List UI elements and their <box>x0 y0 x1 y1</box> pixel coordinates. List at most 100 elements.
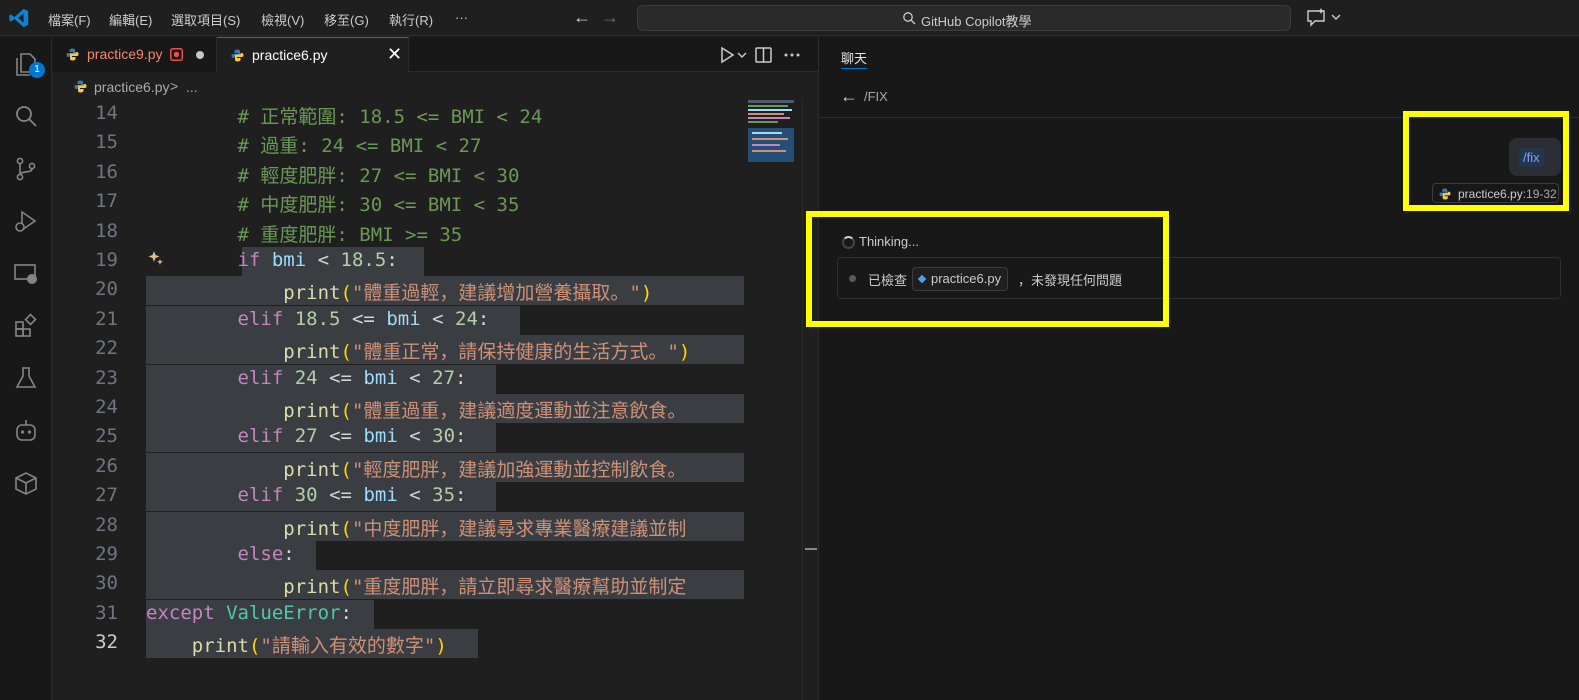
code-line[interactable]: 17 # 中度肥胖: 30 <= BMI < 35 <box>52 188 818 217</box>
command-center-label: GitHub Copilot教學 <box>921 14 1032 29</box>
close-tab-icon[interactable]: ✕ <box>387 44 402 65</box>
menu-go[interactable]: 移至(G) <box>324 10 369 29</box>
line-number: 16 <box>95 160 118 183</box>
code-text: print("體重正常，請保持健康的生活方式。") <box>283 341 691 364</box>
tab-label: practice6.py <box>252 47 328 63</box>
chat-tab[interactable]: 聊天 <box>841 48 867 67</box>
tab-label: practice9.py <box>87 46 163 62</box>
code-line[interactable]: 31 except ValueError: <box>52 599 818 629</box>
more-actions-icon[interactable] <box>784 53 800 57</box>
breadcrumb-separator: > <box>170 78 179 94</box>
line-number: 18 <box>95 219 118 242</box>
scroll-marker <box>805 548 817 550</box>
forward-arrow-icon[interactable]: → <box>601 7 619 28</box>
command-center-search[interactable]: GitHub Copilot教學 <box>637 5 1291 31</box>
line-number: 24 <box>95 396 118 418</box>
code-text: if bmi < 18.5: <box>237 249 398 271</box>
code-text: except ValueError: <box>146 601 352 624</box>
line-number: 21 <box>95 307 118 330</box>
search-icon <box>903 12 916 25</box>
search-icon[interactable] <box>13 103 39 129</box>
code-line[interactable]: 25 elif 27 <= bmi < 30: <box>52 423 818 453</box>
code-line[interactable]: 29 else: <box>52 541 818 570</box>
line-number: 20 <box>95 278 118 301</box>
highlight-box-thinking <box>806 211 1169 327</box>
code-line[interactable]: 21 elif 18.5 <= bmi < 24: <box>52 305 818 335</box>
code-text: print("中度肥胖，建議尋求專業醫療建議並制 <box>283 517 687 540</box>
record-error-icon <box>170 48 183 61</box>
source-control-icon[interactable] <box>13 156 39 182</box>
menu-more[interactable]: ··· <box>455 10 468 25</box>
containers-icon[interactable] <box>13 470 39 496</box>
code-text: # 過重: 24 <= BMI < 27 <box>237 135 482 158</box>
code-line[interactable]: 18 # 重度肥胖: BMI >= 35 <box>52 218 818 247</box>
back-arrow-icon[interactable]: ← <box>840 86 858 107</box>
line-number: 23 <box>95 366 118 389</box>
vscode-logo-icon <box>9 8 29 28</box>
title-bar: 檔案(F) 編輯(E) 選取項目(S) 檢視(V) 移至(G) 執行(R) ··… <box>0 0 1579 36</box>
code-text: print("重度肥胖，請立即尋求醫療幫助並制定 <box>283 576 687 599</box>
menu-selection[interactable]: 選取項目(S) <box>171 10 240 29</box>
menu-file[interactable]: 檔案(F) <box>48 10 91 29</box>
chat-tab-indicator <box>841 68 867 69</box>
code-line[interactable]: 30 print("重度肥胖，請立即尋求醫療幫助並制定 <box>52 570 818 600</box>
line-number: 19 <box>95 249 118 271</box>
code-text: print("輕度肥胖，建議加強運動並控制飲食。 <box>283 458 687 481</box>
breadcrumb-symbols[interactable]: ... <box>186 79 198 95</box>
code-editor[interactable]: 14 # 正常範圍: 18.5 <= BMI < 24 15 # 過重: 24 <… <box>52 100 818 700</box>
line-number: 17 <box>95 190 118 213</box>
extensions-icon[interactable] <box>13 313 39 339</box>
code-text: elif 27 <= bmi < 30: <box>237 425 467 448</box>
tab-practice6[interactable]: practice6.py ✕ <box>217 37 409 72</box>
code-line[interactable]: 16 # 輕度肥胖: 27 <= BMI < 30 <box>52 159 818 188</box>
code-line[interactable]: 20 print("體重過輕，建議增加營養攝取。") <box>52 276 818 306</box>
line-number: 28 <box>95 513 118 536</box>
split-editor-icon[interactable] <box>755 47 772 63</box>
copilot-sparkle-icon[interactable] <box>148 250 164 266</box>
editor-scrollbar[interactable] <box>802 100 818 700</box>
code-line[interactable]: 14 # 正常範圍: 18.5 <= BMI < 24 <box>52 100 818 129</box>
tab-practice9[interactable]: practice9.py <box>52 37 217 72</box>
testing-icon[interactable] <box>13 365 39 391</box>
menu-view[interactable]: 檢視(V) <box>261 10 304 29</box>
code-line[interactable]: 26 print("輕度肥胖，建議加強運動並控制飲食。 <box>52 452 818 482</box>
code-text: # 輕度肥胖: 27 <= BMI < 30 <box>237 164 520 187</box>
code-line[interactable]: 32 print("請輸入有效的數字") <box>52 629 818 659</box>
python-file-icon <box>66 48 79 61</box>
back-arrow-icon[interactable]: ← <box>573 7 591 28</box>
python-file-icon <box>231 49 244 62</box>
code-text: elif 18.5 <= bmi < 24: <box>237 307 490 330</box>
explorer-badge: 1 <box>29 62 45 78</box>
code-line[interactable]: 15 # 過重: 24 <= BMI < 27 <box>52 129 818 158</box>
unsaved-dot-icon[interactable] <box>196 51 204 59</box>
line-number: 31 <box>95 601 118 624</box>
code-text: else: <box>237 543 295 565</box>
line-number: 25 <box>95 425 118 448</box>
minimap-preview <box>748 100 794 162</box>
code-text: elif 24 <= bmi < 27: <box>237 366 467 389</box>
menu-edit[interactable]: 編輯(E) <box>109 10 152 29</box>
run-debug-icon[interactable] <box>13 208 39 234</box>
code-line[interactable]: 22 print("體重正常，請保持健康的生活方式。") <box>52 335 818 365</box>
code-text: elif 30 <= bmi < 35: <box>237 484 467 507</box>
line-number: 14 <box>95 102 118 124</box>
code-line[interactable]: 24 print("體重過重，建議適度運動並注意飲食。 <box>52 394 818 423</box>
copilot-icon[interactable] <box>13 418 39 444</box>
minimap[interactable] <box>744 100 802 700</box>
copilot-chat-menu-icon[interactable] <box>1306 7 1346 29</box>
code-text: print("體重過輕，建議增加營養攝取。") <box>283 282 653 305</box>
remote-explorer-icon[interactable] <box>13 261 39 287</box>
line-number: 30 <box>95 572 118 595</box>
code-line[interactable]: 27 elif 30 <= bmi < 35: <box>52 482 818 512</box>
breadcrumb-file[interactable]: practice6.py <box>94 79 169 95</box>
line-number: 32 <box>95 631 118 654</box>
menu-run[interactable]: 執行(R) <box>389 10 433 29</box>
code-text: # 正常範圍: 18.5 <= BMI < 24 <box>237 106 543 128</box>
code-line[interactable]: 19 if bmi < 18.5: <box>52 247 818 276</box>
python-file-icon <box>74 80 87 93</box>
editor-tab-bar: practice9.py practice6.py ✕ <box>52 37 818 72</box>
line-number: 15 <box>95 131 118 154</box>
run-python-icon[interactable] <box>721 46 747 64</box>
code-line[interactable]: 28 print("中度肥胖，建議尋求專業醫療建議並制 <box>52 511 818 541</box>
code-line[interactable]: 23 elif 24 <= bmi < 27: <box>52 364 818 394</box>
